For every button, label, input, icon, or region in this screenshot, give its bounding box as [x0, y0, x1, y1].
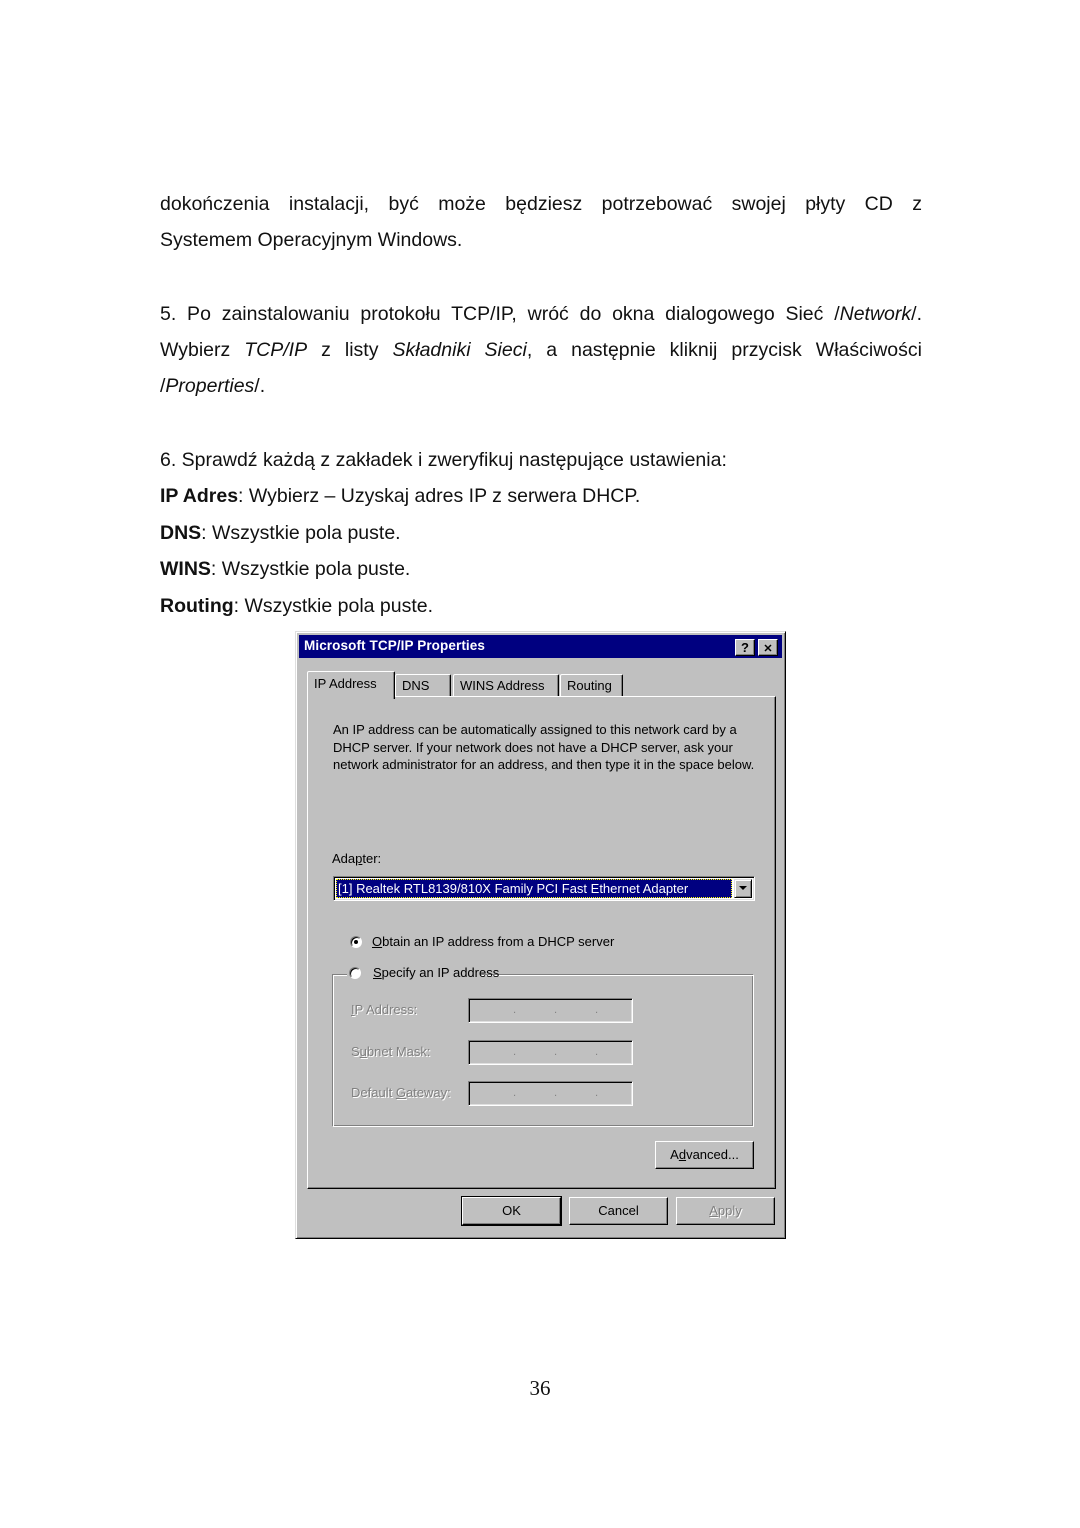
paragraph-step-5: 5. Po zainstalowaniu protokołu TCP/IP, w…	[160, 296, 922, 404]
radio-obtain-dhcp[interactable]	[350, 936, 362, 948]
group-legend: Specify an IP address	[347, 964, 499, 984]
chevron-down-icon[interactable]	[734, 879, 752, 898]
label-part: A	[670, 1147, 679, 1162]
ok-button[interactable]: OK	[461, 1196, 562, 1226]
italic-properties: Properties	[165, 375, 255, 397]
label-part: ateway:	[405, 1085, 451, 1100]
default-gateway-label: Default Gateway:	[351, 1085, 451, 1100]
help-icon: ?	[741, 640, 749, 655]
tab-wins-address[interactable]: WINS Address	[453, 674, 559, 696]
text-span: 5. Po zainstalowaniu protokołu TCP/IP, w…	[160, 303, 840, 325]
cancel-button[interactable]: Cancel	[569, 1197, 668, 1225]
subnet-mask-field[interactable]: ...	[468, 1040, 633, 1065]
label-part: S	[351, 1044, 360, 1059]
label-mnemonic: G	[395, 1085, 406, 1100]
label-part: pecify an IP address	[381, 965, 500, 980]
adapter-select[interactable]: [1] Realtek RTL8139/810X Family PCI Fast…	[333, 876, 755, 901]
setting-text: : Wszystkie pola puste.	[233, 595, 434, 617]
radio-specify-ip[interactable]	[349, 967, 361, 979]
setting-dns: DNS: Wszystkie pola puste.	[160, 515, 401, 551]
tab-dns[interactable]: DNS	[395, 674, 451, 696]
radio-specify-label[interactable]: Specify an IP address	[373, 965, 499, 980]
italic-skladniki: Składniki Sieci	[392, 339, 527, 361]
page-number: 36	[529, 1376, 551, 1400]
adapter-selected-value: [1] Realtek RTL8139/810X Family PCI Fast…	[336, 879, 732, 898]
setting-text: : Wybierz – Uzyskaj adres IP z serwera D…	[238, 485, 641, 507]
label-mnemonic: u	[359, 1044, 367, 1059]
paragraph-line: dokończenia instalacji, być może będzies…	[160, 193, 922, 215]
label-part: P Address:	[354, 1002, 418, 1017]
setting-label: DNS	[160, 522, 202, 544]
ip-address-label: IP Address:	[351, 1002, 417, 1017]
label-part: btain an IP address from a DHCP server	[382, 934, 615, 949]
dialog-title: Microsoft TCP/IP Properties	[304, 638, 485, 653]
setting-label: Routing	[160, 595, 234, 617]
tab-ip-address[interactable]: IP Address	[307, 671, 395, 699]
tcpip-properties-dialog: Microsoft TCP/IP Properties ? ✕ IP Addre…	[295, 631, 786, 1239]
subnet-mask-label: Subnet Mask:	[351, 1044, 431, 1059]
label-mnemonic: d	[678, 1147, 687, 1162]
tab-panel-ip-address: An IP address can be automatically assig…	[307, 696, 776, 1189]
text-span: /.	[254, 375, 266, 397]
setting-text: : Wszystkie pola puste.	[201, 522, 401, 544]
label-part: bnet Mask:	[366, 1044, 431, 1059]
step-6-intro: 6. Sprawdź każdą z zakładek i zweryfikuj…	[160, 449, 727, 471]
setting-wins: WINS: Wszystkie pola puste.	[160, 551, 410, 587]
dhcp-description: An IP address can be automatically assig…	[333, 722, 755, 772]
label-part: ter:	[362, 851, 382, 866]
italic-tcpip: TCP/IP	[244, 339, 308, 361]
advanced-button[interactable]: Advanced...	[655, 1141, 754, 1169]
radio-obtain-label[interactable]: Obtain an IP address from a DHCP server	[372, 934, 614, 949]
setting-ip: IP Adres: Wybierz – Uzyskaj adres IP z s…	[160, 478, 640, 514]
close-button[interactable]: ✕	[758, 639, 778, 656]
default-gateway-field[interactable]: ...	[468, 1081, 633, 1106]
label-mnemonic: S	[373, 965, 382, 980]
ip-address-field[interactable]: ...	[468, 998, 633, 1023]
text-span: z listy	[307, 339, 393, 361]
label-mnemonic: O	[372, 934, 383, 949]
tab-routing[interactable]: Routing	[560, 674, 623, 696]
help-button[interactable]: ?	[735, 639, 755, 656]
specify-ip-group: Specify an IP address IP Address: ... Su…	[332, 964, 754, 1127]
setting-routing: Routing: Wszystkie pola puste.	[160, 588, 433, 624]
label-part: pply	[717, 1203, 742, 1218]
title-bar[interactable]: Microsoft TCP/IP Properties ? ✕	[299, 635, 782, 658]
setting-label: IP Adres	[160, 485, 239, 507]
setting-label: WINS	[160, 558, 211, 580]
setting-text: : Wszystkie pola puste.	[210, 558, 411, 580]
paragraph-cd-note: dokończenia instalacji, być może będzies…	[160, 186, 922, 222]
close-icon: ✕	[763, 643, 773, 655]
label-part: Default	[351, 1085, 396, 1100]
italic-network: Network	[839, 303, 912, 325]
paragraph-line: Systemem Operacyjnym Windows.	[160, 229, 463, 251]
adapter-label: Adapter:	[332, 851, 381, 866]
label-part: Ada	[332, 851, 356, 866]
label-part: vanced...	[686, 1147, 739, 1162]
apply-button[interactable]: Apply	[676, 1197, 775, 1225]
label-mnemonic: A	[709, 1203, 718, 1218]
